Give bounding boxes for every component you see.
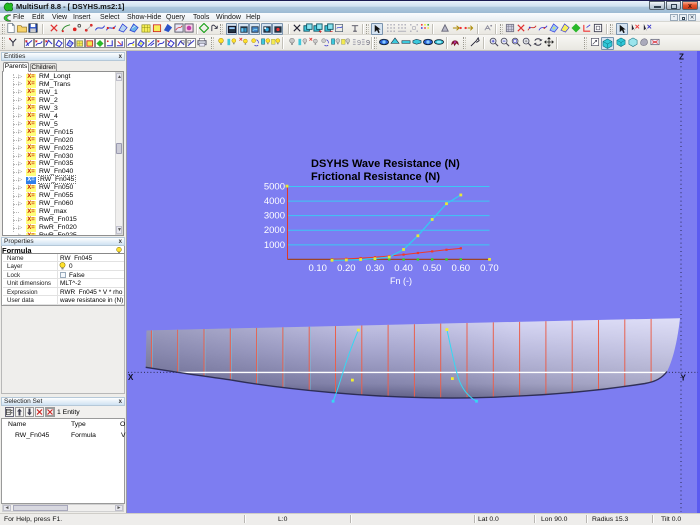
svg-text:0.30: 0.30 — [366, 263, 385, 274]
svg-text:Z: Z — [679, 53, 684, 62]
svg-text:0.20: 0.20 — [337, 263, 356, 274]
svg-text:DSYHS Wave Resistance (N): DSYHS Wave Resistance (N) — [311, 158, 460, 170]
svg-text:9: 9 — [366, 38, 370, 47]
svg-text:1000: 1000 — [264, 240, 285, 251]
svg-text:0.40: 0.40 — [394, 263, 413, 274]
svg-text:0.50: 0.50 — [423, 263, 442, 274]
svg-text:X: X — [128, 373, 134, 382]
svg-text:0.70: 0.70 — [480, 263, 499, 274]
svg-text:2000: 2000 — [264, 225, 285, 236]
svg-text:Y: Y — [681, 374, 687, 383]
svg-text:Fn (-): Fn (-) — [390, 276, 412, 286]
svg-text:5000: 5000 — [264, 182, 285, 193]
svg-text:3000: 3000 — [264, 211, 285, 222]
svg-text:Frictional Resistance (N): Frictional Resistance (N) — [311, 171, 440, 183]
svg-text:0.10: 0.10 — [308, 263, 327, 274]
svg-text:0.60: 0.60 — [452, 263, 471, 274]
svg-text:4000: 4000 — [264, 196, 285, 207]
